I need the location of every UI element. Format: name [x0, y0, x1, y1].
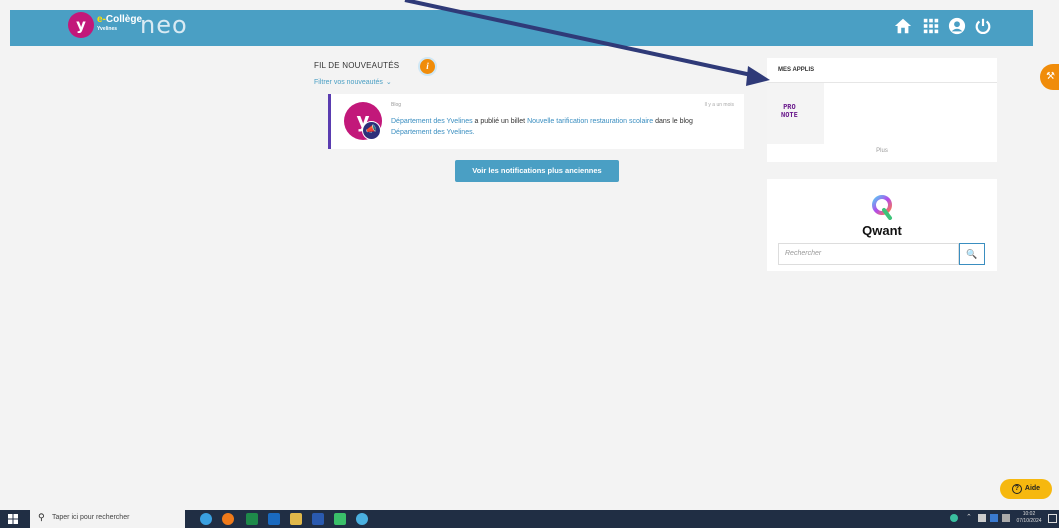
logo-prefix: e- — [97, 14, 106, 25]
qwant-logo-icon — [872, 195, 892, 220]
item-timestamp: Il y a un mois — [704, 102, 734, 108]
pronote-icon: PRO NOTE — [781, 103, 798, 119]
apps-grid-icon[interactable] — [922, 17, 940, 35]
pronote-app-tile[interactable]: PRO NOTE — [767, 83, 824, 144]
my-apps-title: MES APPLIS — [778, 67, 815, 73]
logo-region: Yvelines — [97, 26, 118, 32]
info-icon[interactable]: i — [418, 57, 437, 76]
notifications-icon[interactable] — [1048, 514, 1057, 523]
qwant-widget: Qwant Rechercher 🔍 — [767, 179, 997, 271]
filter-news-link[interactable]: Filtrer vos nouveautés ⌄ — [314, 78, 392, 86]
item-category: Blog — [391, 102, 402, 108]
tray-icon[interactable] — [978, 514, 986, 522]
megaphone-icon: 📣 — [362, 121, 381, 140]
file-explorer-icon[interactable] — [290, 513, 302, 525]
tools-icon[interactable]: ⚒ — [1040, 64, 1059, 90]
clock-time: 10:02 — [1022, 511, 1036, 517]
filter-news-label: Filtrer vos nouveautés — [314, 79, 383, 86]
top-navbar: y e-Collège Yvelines neo — [10, 10, 1033, 46]
blog-link[interactable]: Département des Yvelines — [391, 129, 473, 136]
taskbar-search-box[interactable]: ⚲ Taper ici pour rechercher — [30, 510, 185, 528]
pronote-line2: NOTE — [781, 111, 798, 119]
app-icon[interactable] — [334, 513, 346, 525]
ecollege-logo-icon[interactable]: y — [68, 12, 94, 38]
help-label: Aide — [1024, 485, 1041, 492]
word-icon[interactable] — [312, 513, 324, 525]
more-apps-link[interactable]: Plus — [767, 148, 997, 154]
item-text-period: . — [472, 129, 475, 136]
firefox-icon[interactable] — [222, 513, 234, 525]
windows-start-icon[interactable] — [8, 514, 18, 524]
author-link[interactable]: Département des Yvelines — [391, 118, 473, 125]
outlook-icon[interactable] — [268, 513, 280, 525]
user-icon[interactable] — [948, 17, 966, 35]
excel-icon[interactable] — [246, 513, 258, 525]
post-title-link[interactable]: Nouvelle tarification restauration scola… — [527, 118, 653, 125]
ecollege-logo-text[interactable]: e-Collège — [97, 14, 142, 25]
older-notifications-button[interactable]: Voir les notifications plus anciennes — [455, 160, 619, 182]
my-apps-widget: MES APPLIS PRO NOTE Plus — [767, 58, 997, 162]
taskbar-clock[interactable]: 10:02 07/10/2024 — [1012, 511, 1046, 525]
help-button[interactable]: ? Aide — [1000, 479, 1052, 499]
qwant-search-input[interactable]: Rechercher — [778, 243, 959, 265]
speaker-icon[interactable] — [1002, 514, 1010, 522]
item-text-end: dans le blog — [653, 118, 693, 125]
home-icon[interactable] — [894, 17, 912, 35]
item-text-mid: a publié un billet — [472, 118, 528, 125]
tray-network-icon[interactable] — [990, 514, 998, 522]
feed-item[interactable]: y 📣 Blog Il y a un mois Département des … — [328, 94, 744, 149]
item-text: Département des Yvelines a publié un bil… — [391, 116, 737, 138]
neo-logo[interactable]: neo — [140, 11, 188, 39]
tray-chevron-up-icon[interactable]: ⌃ — [966, 514, 974, 522]
taskbar-search-placeholder: Taper ici pour rechercher — [52, 514, 130, 521]
logo-college: Collège — [105, 14, 143, 25]
windows-taskbar: ⚲ Taper ici pour rechercher ⌃ 10:02 07/10… — [0, 510, 1059, 528]
search-icon: ⚲ — [38, 513, 45, 523]
power-icon[interactable] — [974, 17, 992, 35]
pronote-line1: PRO — [783, 103, 796, 111]
search-icon[interactable]: 🔍 — [959, 243, 985, 265]
ent-app-icon[interactable] — [356, 513, 368, 525]
qwant-name: Qwant — [862, 223, 902, 238]
feed-title: FIL DE NOUVEAUTÉS — [314, 61, 400, 70]
clock-date: 07/10/2024 — [1016, 518, 1042, 524]
help-circle-icon: ? — [1011, 484, 1022, 494]
tray-app-icon[interactable] — [950, 514, 958, 522]
chevron-down-icon: ⌄ — [385, 79, 392, 86]
edge-icon[interactable] — [200, 513, 212, 525]
